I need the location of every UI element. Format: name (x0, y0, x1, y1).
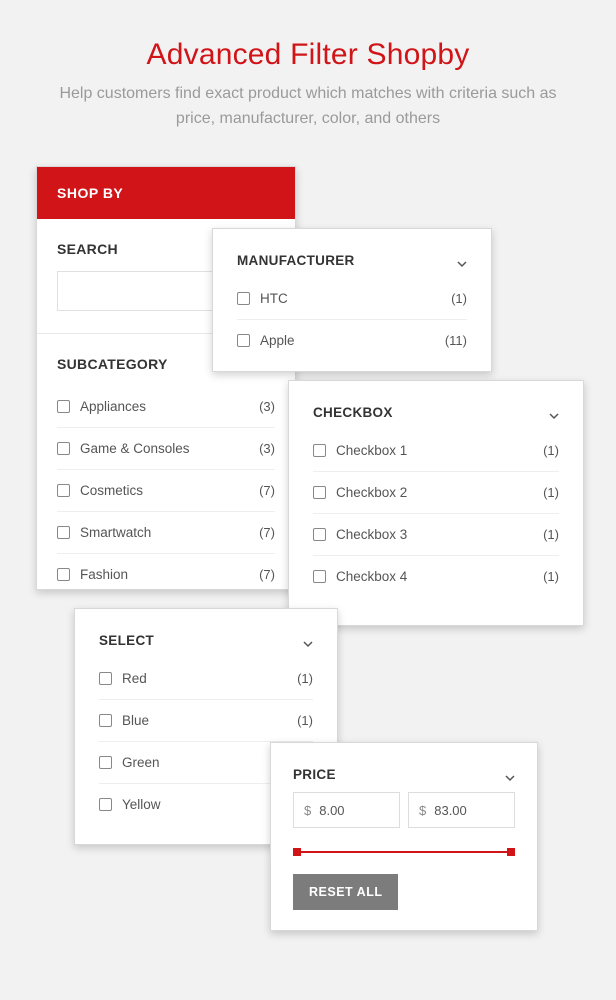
checkbox-icon[interactable] (313, 528, 326, 541)
list-item[interactable]: Blue 1 (99, 700, 313, 742)
checkbox-icon[interactable] (237, 334, 250, 347)
item-count: 1 (297, 671, 313, 686)
slider-track (295, 851, 513, 853)
item-label: Green (122, 755, 160, 770)
list-item[interactable]: Fashion 7 (57, 554, 275, 586)
price-max-value: 83.00 (434, 803, 467, 818)
reset-all-button[interactable]: RESET ALL (293, 874, 398, 910)
chevron-down-icon[interactable] (457, 256, 467, 266)
item-label: Checkbox 3 (336, 527, 407, 542)
item-count: 1 (543, 569, 559, 584)
item-count: 1 (543, 527, 559, 542)
list-item[interactable]: Checkbox 3 1 (313, 514, 559, 556)
item-label: HTC (260, 291, 288, 306)
item-label: Game & Consoles (80, 441, 190, 456)
checkbox-icon[interactable] (313, 444, 326, 457)
price-panel: PRICE $ 8.00 $ 83.00 RESET ALL (270, 742, 538, 931)
item-label: Appliances (80, 399, 146, 414)
checkbox-title: CHECKBOX (313, 405, 393, 420)
chevron-down-icon[interactable] (303, 636, 313, 646)
checkbox-icon[interactable] (99, 756, 112, 769)
price-min-value: 8.00 (319, 803, 344, 818)
item-count: 1 (451, 291, 467, 306)
item-label: Fashion (80, 567, 128, 582)
checkbox-icon[interactable] (57, 526, 70, 539)
list-item[interactable]: Smartwatch 7 (57, 512, 275, 554)
item-label: Checkbox 4 (336, 569, 407, 584)
checkbox-icon[interactable] (99, 714, 112, 727)
checkbox-icon[interactable] (57, 400, 70, 413)
slider-handle-max[interactable] (507, 848, 515, 856)
item-label: Cosmetics (80, 483, 143, 498)
item-label: Smartwatch (80, 525, 151, 540)
item-count: 11 (445, 333, 467, 348)
item-count: 7 (259, 525, 275, 540)
list-item[interactable]: Checkbox 2 1 (313, 472, 559, 514)
select-title: SELECT (99, 633, 154, 648)
price-title: PRICE (293, 767, 336, 782)
item-count: 1 (297, 713, 313, 728)
checkbox-icon[interactable] (57, 442, 70, 455)
price-min-input[interactable]: $ 8.00 (293, 792, 400, 828)
manufacturer-title: MANUFACTURER (237, 253, 355, 268)
item-label: Checkbox 1 (336, 443, 407, 458)
list-item[interactable]: Cosmetics 7 (57, 470, 275, 512)
item-label: Yellow (122, 797, 161, 812)
item-count: 3 (259, 441, 275, 456)
checkbox-icon[interactable] (99, 798, 112, 811)
item-count: 7 (259, 483, 275, 498)
page-subtitle: Help customers find exact product which … (0, 72, 616, 132)
item-count: 7 (259, 567, 275, 582)
item-label: Blue (122, 713, 149, 728)
list-item[interactable]: Checkbox 4 1 (313, 556, 559, 597)
checkbox-icon[interactable] (237, 292, 250, 305)
slider-handle-min[interactable] (293, 848, 301, 856)
price-max-input[interactable]: $ 83.00 (408, 792, 515, 828)
page-title: Advanced Filter Shopby (0, 0, 616, 72)
item-count: 3 (259, 399, 275, 414)
item-label: Apple (260, 333, 295, 348)
checkbox-icon[interactable] (57, 568, 70, 581)
checkbox-icon[interactable] (99, 672, 112, 685)
list-item[interactable]: Game & Consoles 3 (57, 428, 275, 470)
shopby-header: SHOP BY (37, 167, 295, 219)
chevron-down-icon[interactable] (505, 770, 515, 780)
list-item[interactable]: Red 1 (99, 658, 313, 700)
list-item[interactable]: HTC 1 (237, 278, 467, 320)
checkbox-icon[interactable] (313, 570, 326, 583)
item-count: 1 (543, 485, 559, 500)
list-item[interactable]: Apple 11 (237, 320, 467, 361)
currency-symbol: $ (304, 803, 311, 818)
list-item[interactable]: Appliances 3 (57, 386, 275, 428)
manufacturer-panel: MANUFACTURER HTC 1 Apple 11 (212, 228, 492, 372)
price-slider[interactable] (295, 846, 513, 858)
checkbox-panel: CHECKBOX Checkbox 1 1 Checkbox 2 1 Check… (288, 380, 584, 626)
chevron-down-icon[interactable] (549, 408, 559, 418)
currency-symbol: $ (419, 803, 426, 818)
checkbox-icon[interactable] (57, 484, 70, 497)
checkbox-icon[interactable] (313, 486, 326, 499)
list-item[interactable]: Checkbox 1 1 (313, 430, 559, 472)
item-label: Checkbox 2 (336, 485, 407, 500)
item-count: 1 (543, 443, 559, 458)
item-label: Red (122, 671, 147, 686)
